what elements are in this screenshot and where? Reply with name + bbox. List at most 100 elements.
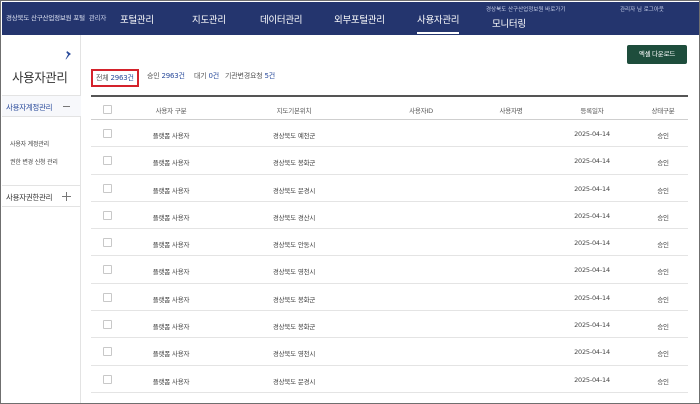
sidebar-title: 사용자관리: [12, 70, 68, 85]
cell-user-type: 플랫폼 사용자: [152, 186, 190, 195]
row-checkbox[interactable]: [103, 129, 112, 138]
row-checkbox[interactable]: [103, 238, 112, 248]
cell-map-location: 경상북도 영천시: [272, 268, 316, 277]
cell-status: 승인: [657, 241, 669, 250]
cell-map-location: 경상북도 문경시: [272, 186, 316, 195]
cell-registered-date: 2025-04-14: [574, 157, 610, 166]
top-navigation-bar: 경상북도 산구산업정보원 포털 관리자 포털관리 지도관리 데이터관리 외부포털관…: [2, 2, 699, 35]
header-user-name[interactable]: 사용자명: [486, 105, 536, 115]
cell-status: 승인: [657, 213, 669, 222]
row-checkbox[interactable]: [103, 265, 112, 275]
cell-status: 승인: [657, 377, 669, 386]
expand-plus-icon[interactable]: [62, 192, 71, 201]
header-user-id[interactable]: 사용자ID: [396, 105, 446, 115]
cell-user-type: 플랫폼 사용자: [152, 350, 190, 359]
cell-status: 승인: [657, 323, 669, 332]
row-checkbox[interactable]: [103, 320, 112, 330]
stat-approved-value: 2963건: [161, 72, 185, 80]
table-row[interactable]: 플랫폼 사용자 경상북도 문경시 2025-04-14 승인: [91, 175, 688, 202]
cell-status: 승인: [657, 268, 669, 277]
sidebar-subitem-permission-change-request[interactable]: 권한 변경 신청 관리: [10, 157, 58, 166]
nav-map-management[interactable]: 지도관리: [192, 12, 226, 26]
cell-map-location: 경상북도 봉화군: [272, 159, 316, 168]
app-window: 경상북도 산구산업정보원 포털 관리자 포털관리 지도관리 데이터관리 외부포털관…: [0, 0, 700, 404]
cell-status: 승인: [657, 295, 669, 304]
nav-user-management[interactable]: 사용자관리: [417, 12, 460, 34]
header-status[interactable]: 상태구분: [643, 105, 683, 115]
table-row[interactable]: 플랫폼 사용자 경상북도 봉화군 2025-04-14 승인: [91, 311, 688, 339]
cell-registered-date: 2025-04-14: [574, 211, 610, 220]
cell-registered-date: 2025-04-14: [574, 184, 610, 193]
table-header: 사용자 구분 지도기본위치 사용자ID 사용자명 등록일자 상태구분: [91, 95, 688, 120]
brand-logo[interactable]: 경상북도 산구산업정보원 포털 관리자: [6, 12, 106, 22]
table-row[interactable]: 플랫폼 사용자 경상북도 안동시 2025-04-14 승인: [91, 229, 688, 257]
cell-map-location: 경상북도 경산시: [272, 213, 316, 222]
external-site-link[interactable]: 경상북도 산구산업정보원 바로가기: [486, 5, 565, 13]
cell-user-type: 플랫폼 사용자: [152, 323, 190, 332]
row-checkbox[interactable]: [103, 183, 112, 193]
table-row[interactable]: 플랫폼 사용자 경상북도 문경시 2025-04-14 승인: [91, 366, 688, 393]
nav-external-portal-management[interactable]: 외부포털관리: [334, 12, 385, 26]
table-row[interactable]: 플랫폼 사용자 경상북도 봉화군 2025-04-14 승인: [91, 147, 688, 175]
cell-registered-date: 2025-04-14: [574, 293, 610, 302]
row-checkbox[interactable]: [103, 156, 112, 166]
stat-region-change-request[interactable]: 기관변경요청 5건: [225, 71, 275, 81]
header-map-location[interactable]: 지도기본위치: [249, 105, 339, 115]
cell-user-type: 플랫폼 사용자: [152, 213, 190, 222]
user-table: 사용자 구분 지도기본위치 사용자ID 사용자명 등록일자 상태구분 플랫폼 사…: [91, 95, 688, 393]
table-row[interactable]: 플랫폼 사용자 경상북도 봉화군 2025-04-14 승인: [91, 284, 688, 312]
pin-icon[interactable]: [65, 51, 72, 60]
cell-map-location: 경상북도 문경시: [272, 377, 316, 386]
row-checkbox[interactable]: [103, 347, 112, 357]
table-row[interactable]: 플랫폼 사용자 경상북도 예천군 2025-04-14 승인: [91, 120, 688, 148]
stat-region-change-label: 기관변경요청: [225, 72, 263, 80]
nav-data-management[interactable]: 데이터관리: [260, 12, 303, 26]
header-registered-date[interactable]: 등록일자: [567, 105, 617, 115]
sidebar-item-label: 사용자권한관리: [6, 193, 53, 202]
collapse-icon[interactable]: [63, 106, 70, 107]
stat-pending[interactable]: 대기 0건: [194, 71, 219, 81]
cell-user-type: 플랫폼 사용자: [152, 241, 190, 250]
header-user-type[interactable]: 사용자 구분: [141, 105, 201, 115]
stat-pending-label: 대기: [194, 72, 207, 80]
sidebar-item-user-account-management[interactable]: 사용자계정관리: [2, 95, 81, 117]
cell-registered-date: 2025-04-14: [574, 348, 610, 357]
sidebar-item-user-permission-management[interactable]: 사용자권한관리: [2, 185, 81, 207]
stat-total[interactable]: 전체 2963건: [91, 69, 139, 87]
table-row[interactable]: 플랫폼 사용자 경상북도 경산시 2025-04-14 승인: [91, 202, 688, 230]
cell-map-location: 경상북도 안동시: [272, 241, 316, 250]
table-row[interactable]: 플랫폼 사용자 경상북도 영천시 2025-04-14 승인: [91, 256, 688, 284]
cell-registered-date: 2025-04-14: [574, 266, 610, 275]
cell-registered-date: 2025-04-14: [574, 321, 610, 330]
cell-status: 승인: [657, 350, 669, 359]
excel-download-button[interactable]: 엑셀 다운로드: [627, 45, 687, 64]
table-body: 플랫폼 사용자 경상북도 예천군 2025-04-14 승인 플랫폼 사용자 경상북도 봉…: [91, 120, 688, 393]
cell-user-type: 플랫폼 사용자: [152, 377, 190, 386]
cell-map-location: 경상북도 영천시: [272, 350, 316, 359]
stat-total-label: 전체: [96, 74, 109, 82]
cell-user-type: 플랫폼 사용자: [152, 268, 190, 277]
stat-approved[interactable]: 승인 2963건: [147, 71, 185, 81]
stat-approved-label: 승인: [147, 72, 160, 80]
select-all-checkbox[interactable]: [103, 105, 112, 114]
row-checkbox[interactable]: [103, 292, 112, 302]
nav-portal-management[interactable]: 포털관리: [120, 12, 154, 26]
cell-map-location: 경상북도 봉화군: [272, 323, 316, 332]
cell-user-type: 플랫폼 사용자: [152, 295, 190, 304]
row-checkbox[interactable]: [103, 210, 112, 220]
cell-registered-date: 2025-04-14: [574, 239, 610, 248]
cell-map-location: 경상북도 봉화군: [272, 295, 316, 304]
cell-registered-date: 2025-04-14: [574, 375, 610, 384]
brand-name: 경상북도 산구산업정보원 포털: [6, 14, 85, 22]
row-checkbox[interactable]: [103, 374, 112, 384]
cell-registered-date: 2025-04-14: [574, 130, 610, 138]
stat-total-value: 2963건: [110, 74, 134, 82]
table-row[interactable]: 플랫폼 사용자 경상북도 영천시 2025-04-14 승인: [91, 338, 688, 366]
sidebar-subitem-user-account[interactable]: 사용자 계정관리: [10, 139, 49, 148]
nav-monitoring[interactable]: 모니터링: [492, 16, 526, 30]
cell-map-location: 경상북도 예천군: [272, 132, 316, 140]
user-info[interactable]: 관리자 님 로그아웃: [620, 5, 664, 13]
cell-user-type: 플랫폼 사용자: [152, 159, 190, 168]
brand-sub: 관리자: [88, 14, 107, 22]
cell-status: 승인: [657, 159, 669, 168]
